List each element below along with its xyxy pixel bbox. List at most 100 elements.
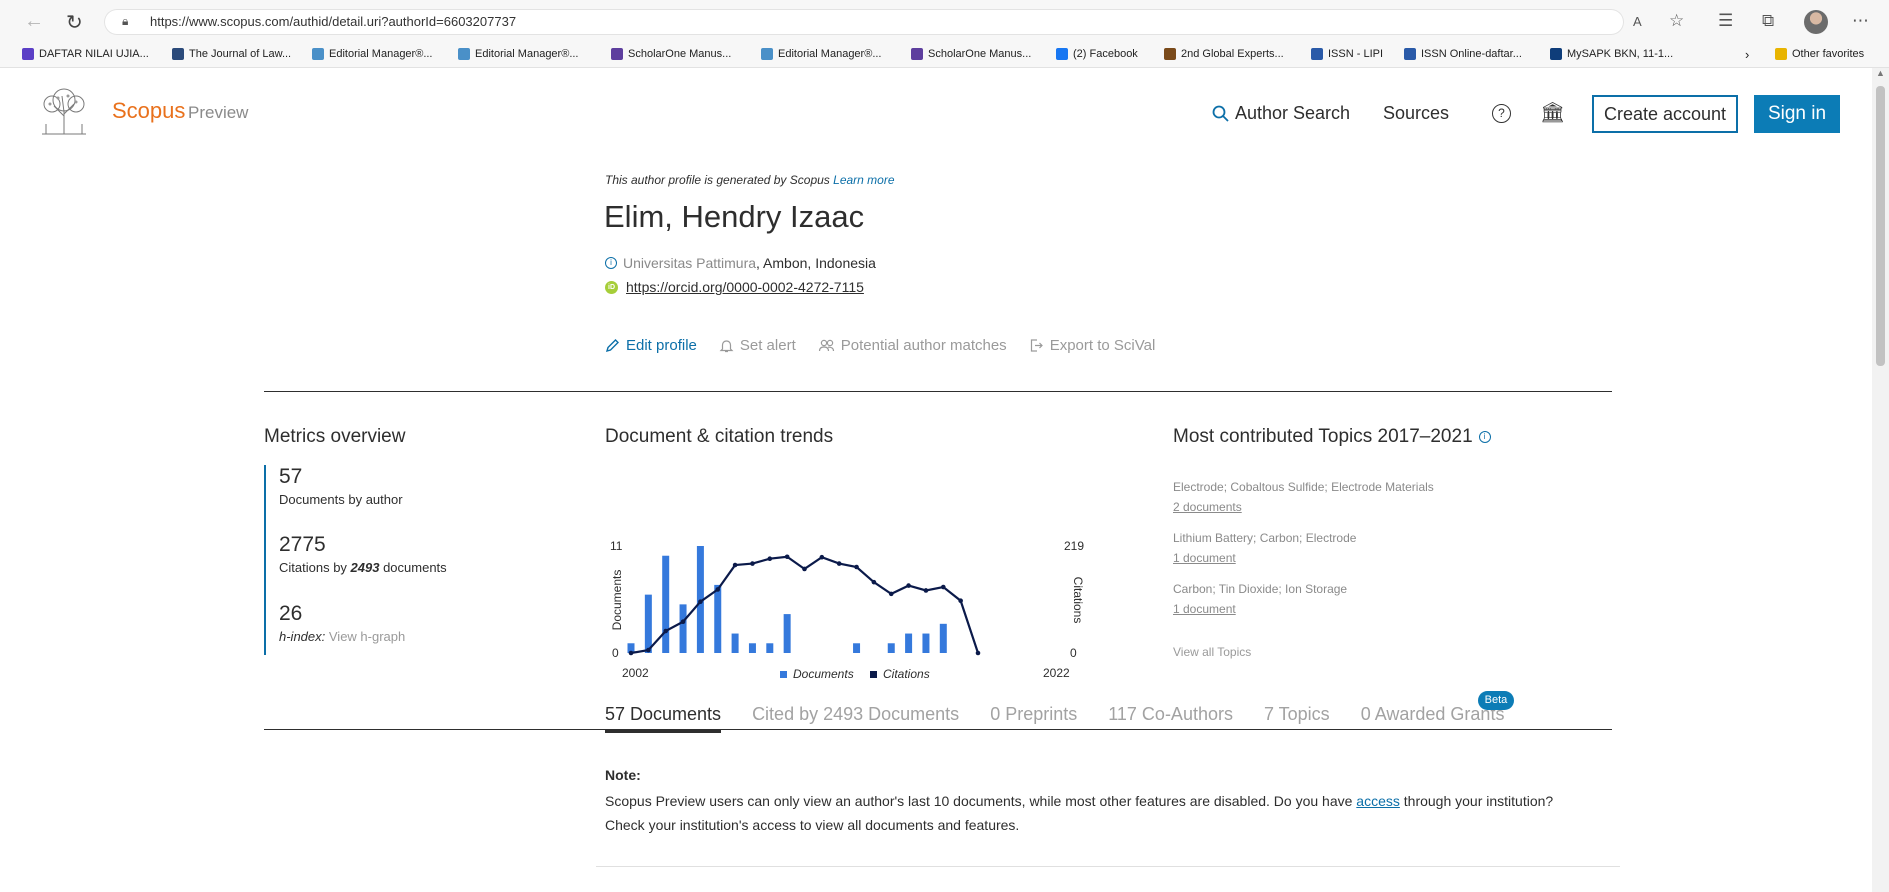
bookmark-icon [1164,48,1176,60]
favorite-icon[interactable]: ☆ [1669,11,1684,31]
documents-bar [905,633,913,653]
profile-avatar[interactable] [1804,10,1828,34]
chart-bars [627,546,947,653]
scopus-logo[interactable]: Scopus [112,98,185,124]
profile-note: This author profile is generated by Scop… [605,173,895,187]
citations-label-suffix: documents [379,560,447,575]
citations-point [906,583,911,588]
legend-citations-label: Citations [883,667,930,681]
view-all-topics-link[interactable]: View all Topics [1173,645,1251,659]
citations-count: 2775 [279,533,326,556]
bookmark-label: ISSN - LIPI [1328,48,1384,60]
learn-more-link[interactable]: Learn more [833,173,894,187]
bookmark-item[interactable]: The Journal of Law... [172,48,291,60]
citations-label-count: 2493 [350,560,380,575]
note-text-after: through your institution? [1399,793,1554,809]
bookmark-item[interactable]: Editorial Manager®... [458,48,579,60]
scroll-thumb[interactable] [1876,86,1885,366]
profile-actions: Edit profile Set alert Potential author … [605,337,1155,354]
documents-bar [922,633,930,653]
bookmark-item[interactable]: 2nd Global Experts... [1164,48,1284,60]
bookmark-item[interactable]: (2) Facebook [1056,48,1138,60]
info-icon[interactable]: i [605,257,617,269]
orcid-link[interactable]: https://orcid.org/0000-0002-4272-7115 [626,279,864,295]
bookmark-icon [458,48,470,60]
view-hgraph-link[interactable]: View h-graph [329,629,405,644]
legend-documents-label: Documents [793,667,854,681]
citations-point [750,561,755,566]
affiliation-line: i Universitas Pattimura, Ambon, Indonesi… [605,255,876,271]
bookmark-label: (2) Facebook [1073,48,1138,60]
potential-matches-button[interactable]: Potential author matches [818,337,1007,354]
chevron-right-icon[interactable]: › [1745,47,1749,62]
bookmark-item[interactable]: Editorial Manager®... [312,48,433,60]
edit-profile-button[interactable]: Edit profile [605,337,697,354]
orcid-icon: iD [605,280,618,294]
read-aloud-icon[interactable]: A [1633,14,1642,29]
other-favorites-label: Other favorites [1792,48,1865,60]
address-bar[interactable]: 🔒︎ https://www.scopus.com/authid/detail.… [104,9,1624,35]
note-text: Scopus Preview users can only view an au… [605,793,1553,809]
documents-bar [748,643,756,653]
sign-in-button[interactable]: Sign in [1754,95,1840,133]
hindex-label: h-index: View h-graph [279,629,405,644]
documents-bar [887,643,895,653]
topic-count-link[interactable]: 1 document [1173,551,1356,565]
create-account-button[interactable]: Create account [1592,95,1738,133]
favorites-icon[interactable]: ☰ [1718,11,1733,31]
pencil-icon [605,339,619,353]
bookmark-label: The Journal of Law... [189,48,292,60]
help-icon[interactable]: ? [1492,104,1511,123]
bookmark-icon [911,48,923,60]
refresh-icon[interactable]: ↻ [66,10,83,35]
citations-point [732,562,738,568]
other-favorites[interactable]: Other favorites [1775,48,1864,60]
page-scrollbar[interactable]: ▲ [1872,68,1889,892]
legend-documents-swatch [780,671,787,678]
bell-icon [719,340,734,353]
collections-icon[interactable]: ⧉ [1762,11,1774,31]
affiliation-location: , Ambon, Indonesia [756,255,876,271]
hindex-value: 26 [279,602,303,625]
sources-link[interactable]: Sources [1383,103,1449,124]
set-alert-button[interactable]: Set alert [719,337,796,354]
export-scival-button[interactable]: Export to SciVal [1029,337,1156,354]
citations-point [802,566,807,572]
topic-count-link[interactable]: 1 document [1173,602,1347,616]
bookmark-item[interactable]: MySAPK BKN, 11-1... [1550,48,1673,60]
metric-citations: 2775 Citations by 2493 documents [279,533,447,575]
bookmark-item[interactable]: Editorial Manager®... [761,48,882,60]
bookmark-label: Editorial Manager®... [475,48,579,60]
bookmark-item[interactable]: ISSN Online-daftar... [1404,48,1522,60]
bookmark-icon [611,48,623,60]
info-icon[interactable]: i [1478,431,1491,443]
bookmark-item[interactable]: ScholarOne Manus... [611,48,731,60]
access-link[interactable]: access [1356,793,1400,809]
metrics-title: Metrics overview [264,426,406,447]
elsevier-logo[interactable] [36,86,92,136]
bookmark-item[interactable]: DAFTAR NILAI UJIA... [22,48,149,60]
export-scival-label: Export to SciVal [1049,337,1156,354]
browser-toolbar: ← ↻ 🔒︎ https://www.scopus.com/authid/det… [0,0,1889,44]
bookmark-icon [761,48,773,60]
author-search-link[interactable]: Author Search [1212,103,1350,124]
institution-icon[interactable]: 🏛︎ [1540,100,1565,125]
bookmark-item[interactable]: ISSN - LIPI [1311,48,1383,60]
citations-point [628,650,634,656]
bookmark-item[interactable]: ScholarOne Manus... [911,48,1031,60]
topic-count-link[interactable]: 2 documents [1173,500,1434,514]
topic-name: Lithium Battery; Carbon; Electrode [1173,531,1357,545]
hindex-label-text: h-index: [279,629,326,644]
bookmark-icon [312,48,324,60]
more-icon[interactable]: ⋯ [1852,11,1869,31]
citations-label-prefix: Citations by [279,560,351,575]
bookmarks-bar: DAFTAR NILAI UJIA... The Journal of Law..… [0,44,1889,68]
author-search-label: Author Search [1235,103,1351,123]
lock-icon[interactable]: 🔒︎ [122,14,128,29]
back-icon[interactable]: ← [24,10,44,33]
citations-point [680,619,686,625]
scroll-up-icon[interactable]: ▲ [1876,68,1885,78]
topics-title: Most contributed Topics 2017–2021 i [1173,426,1491,448]
folder-icon [1775,48,1787,60]
affiliation-link[interactable]: Universitas Pattimura [623,255,756,271]
